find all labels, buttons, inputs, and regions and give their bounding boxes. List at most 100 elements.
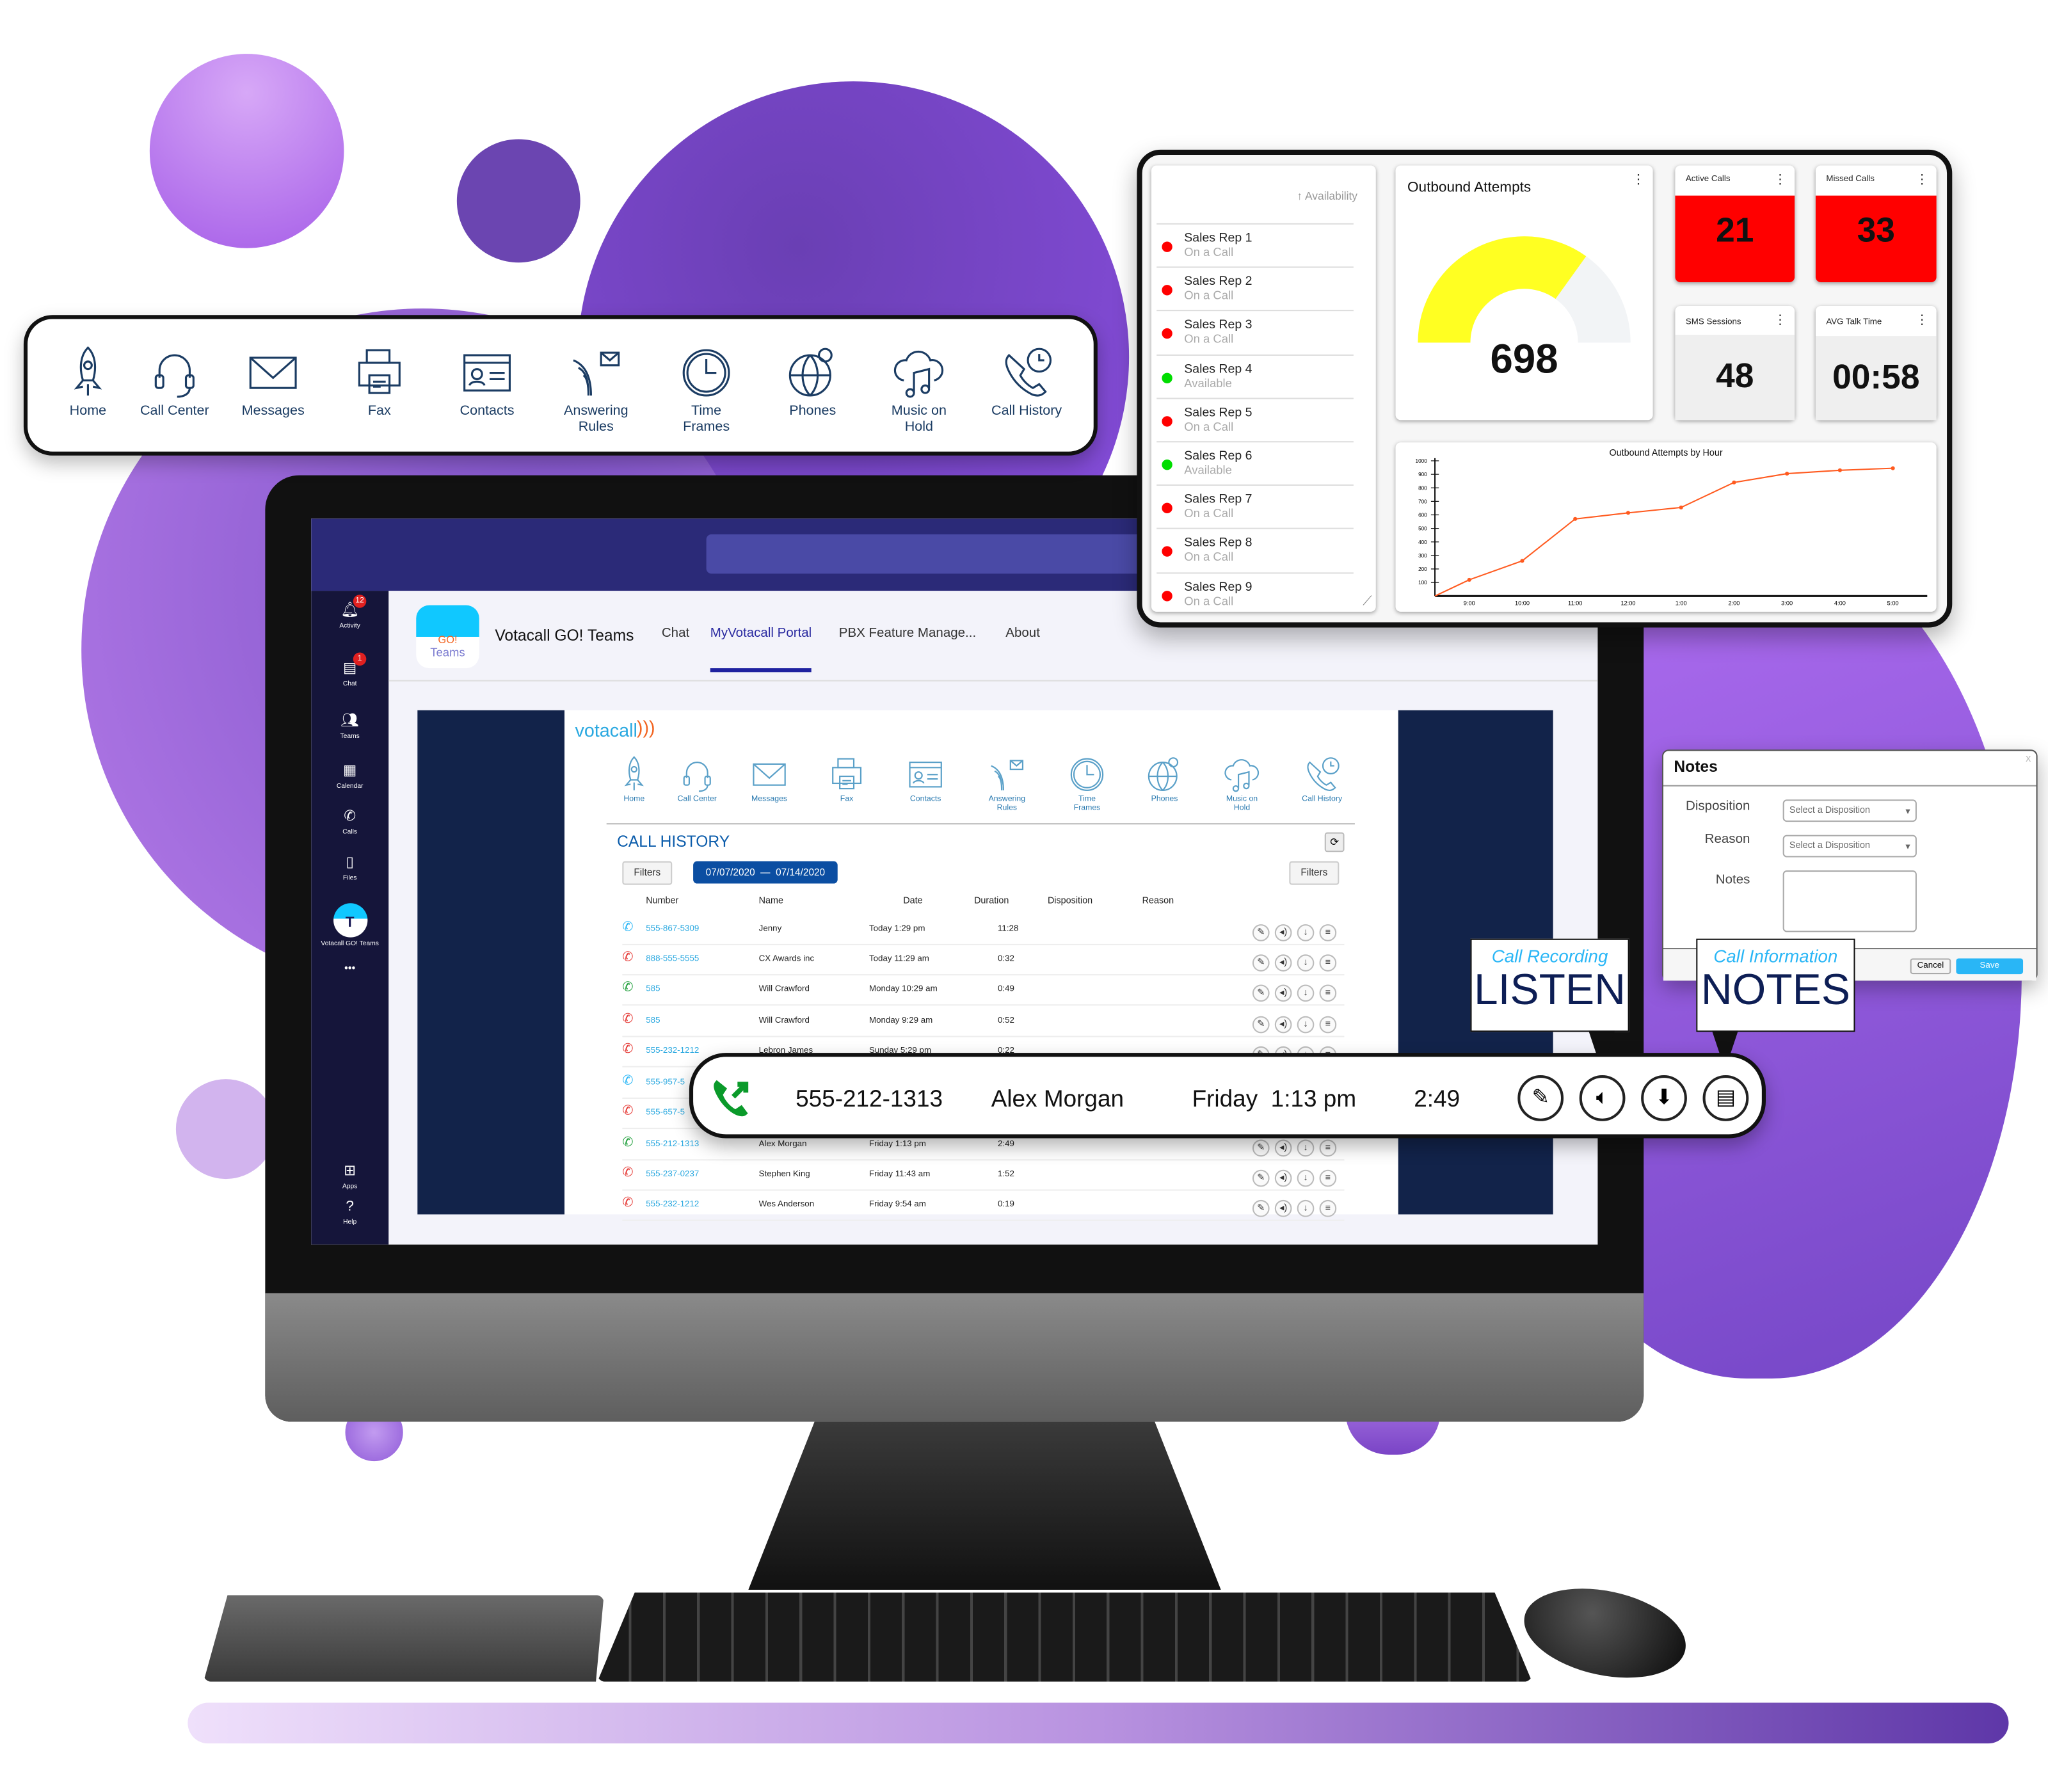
edit-pencil-icon[interactable]: ✎: [1252, 954, 1270, 972]
download-icon[interactable]: ↓: [1297, 924, 1315, 941]
feature-call-center[interactable]: Call Center: [122, 342, 227, 419]
feature-phones[interactable]: Phones: [760, 342, 865, 419]
reason-select[interactable]: Select a Disposition ▾: [1782, 835, 1917, 858]
table-row[interactable]: ✆ 555-237-0237 Stephen King Friday 11:43 am…: [622, 1160, 1345, 1191]
table-row[interactable]: ✆ 888-555-5555 CX Awards inc Today 11:29 am…: [622, 945, 1345, 976]
tab-about[interactable]: About: [1005, 626, 1040, 641]
edit-pencil-icon[interactable]: ✎: [1252, 1016, 1270, 1034]
cell-number[interactable]: 555-232-1212: [646, 1200, 699, 1209]
save-button[interactable]: Save: [1956, 958, 2024, 975]
more-options-icon[interactable]: ⋮: [1916, 314, 1929, 328]
cell-number[interactable]: 555-232-1212: [646, 1046, 699, 1055]
download-icon[interactable]: ⬇︎: [1641, 1075, 1687, 1121]
cell-number[interactable]: 555-212-1313: [646, 1140, 699, 1149]
portal-answering-rules[interactable]: Answering Rules: [978, 753, 1036, 813]
cell-number[interactable]: 888-555-5555: [646, 954, 699, 963]
feature-answering-rules[interactable]: Answering Rules: [543, 342, 648, 435]
edit-pencil-icon[interactable]: ✎: [1517, 1075, 1564, 1121]
feature-call-history[interactable]: Call History: [974, 342, 1079, 419]
close-icon[interactable]: x: [2026, 752, 2031, 764]
cell-number[interactable]: 555-867-5309: [646, 924, 699, 933]
portal-contacts[interactable]: Contacts: [897, 753, 954, 804]
rep-list-item[interactable]: Sales Rep 7 On a Call: [1156, 484, 1354, 528]
speaker-listen-icon[interactable]: ◂): [1274, 1139, 1292, 1157]
notes-textarea[interactable]: [1782, 870, 1917, 932]
more-apps-icon[interactable]: •••: [311, 963, 388, 974]
feature-contacts[interactable]: Contacts: [435, 342, 540, 419]
edit-pencil-icon[interactable]: ✎: [1252, 924, 1270, 941]
cell-number[interactable]: 585: [646, 984, 660, 993]
edit-pencil-icon[interactable]: ✎: [1252, 1199, 1270, 1217]
download-icon[interactable]: ↓: [1297, 954, 1315, 972]
disposition-select[interactable]: Select a Disposition ▾: [1782, 799, 1917, 822]
filters-button[interactable]: Filters: [622, 861, 673, 885]
rail-votacall-go--teams[interactable]: T Votacall GO! Teams: [311, 903, 388, 948]
teams-search-input[interactable]: [706, 534, 1153, 574]
tab-chat[interactable]: Chat: [662, 626, 689, 641]
tab-myvotacall-portal[interactable]: MyVotacall Portal: [710, 626, 812, 673]
portal-music-on-hold[interactable]: Music on Hold: [1213, 753, 1270, 813]
speaker-listen-icon[interactable]: 🔈︎: [1579, 1075, 1626, 1121]
portal-messages[interactable]: Messages: [740, 753, 798, 804]
notes-document-icon[interactable]: ≡: [1319, 1199, 1337, 1217]
cell-number[interactable]: 555-237-0237: [646, 1170, 699, 1179]
speaker-listen-icon[interactable]: ◂): [1274, 1016, 1292, 1034]
rep-list-item[interactable]: Sales Rep 1 On a Call: [1156, 223, 1354, 267]
feature-fax[interactable]: Fax: [327, 342, 432, 419]
more-options-icon[interactable]: ⋮: [1773, 314, 1787, 328]
rep-list-item[interactable]: Sales Rep 3 On a Call: [1156, 310, 1354, 354]
portal-home[interactable]: Home: [605, 753, 663, 804]
rail-teams[interactable]: 👥︎ Teams: [311, 712, 388, 740]
download-icon[interactable]: ↓: [1297, 984, 1315, 1002]
table-row[interactable]: ✆ 585 Will Crawford Monday 9:29 am 0:52 ✎ ◂) ↓ ≡: [622, 1007, 1345, 1037]
edit-pencil-icon[interactable]: ✎: [1252, 1169, 1270, 1187]
speaker-listen-icon[interactable]: ◂): [1274, 1169, 1292, 1187]
availability-sort-header[interactable]: ↑ Availability: [1297, 189, 1357, 202]
more-options-icon[interactable]: ⋮: [1916, 173, 1929, 188]
cell-number[interactable]: 555-657-5: [646, 1108, 685, 1117]
more-options-icon[interactable]: ⋮: [1773, 173, 1787, 188]
speaker-listen-icon[interactable]: ◂): [1274, 984, 1292, 1002]
tab-pbx-feature-manage-[interactable]: PBX Feature Manage...: [839, 626, 976, 641]
download-icon[interactable]: ↓: [1297, 1139, 1315, 1157]
cancel-button[interactable]: Cancel: [1910, 958, 1951, 975]
notes-document-icon[interactable]: ≡: [1319, 984, 1337, 1002]
rep-list-item[interactable]: Sales Rep 4 Available: [1156, 354, 1354, 397]
notes-document-icon[interactable]: ≡: [1319, 1139, 1337, 1157]
rail-files[interactable]: ▯ Files: [311, 853, 388, 882]
more-options-icon[interactable]: ⋮: [1632, 173, 1645, 188]
download-icon[interactable]: ↓: [1297, 1016, 1315, 1034]
feature-messages[interactable]: Messages: [221, 342, 326, 419]
cell-number[interactable]: 585: [646, 1016, 660, 1025]
rep-list-item[interactable]: Sales Rep 9 On a Call: [1156, 572, 1354, 616]
notes-document-icon[interactable]: ≡: [1319, 1169, 1337, 1187]
portal-phones[interactable]: Phones: [1135, 753, 1193, 804]
rep-list-item[interactable]: Sales Rep 5 On a Call: [1156, 397, 1354, 441]
portal-call-center[interactable]: Call Center: [668, 753, 726, 804]
feature-music-on-hold[interactable]: Music on Hold: [867, 342, 972, 435]
refresh-button[interactable]: ⟳: [1324, 832, 1345, 852]
table-row[interactable]: ✆ 555-867-5309 Jenny Today 1:29 pm 11:28 ✎ ◂) ↓…: [622, 915, 1345, 945]
notes-document-icon[interactable]: ≡: [1319, 924, 1337, 941]
feature-time-frames[interactable]: Time Frames: [654, 342, 759, 435]
rail-apps[interactable]: ⊞ Apps: [311, 1162, 388, 1190]
download-icon[interactable]: ↓: [1297, 1199, 1315, 1217]
notes-document-icon[interactable]: ≡: [1319, 1016, 1337, 1034]
speaker-listen-icon[interactable]: ◂): [1274, 1199, 1292, 1217]
rail-help[interactable]: ? Help: [311, 1197, 388, 1226]
rail-chat[interactable]: ▤ 1 Chat: [311, 652, 388, 688]
notes-document-icon[interactable]: ▤: [1702, 1075, 1749, 1121]
rep-list-item[interactable]: Sales Rep 6 Available: [1156, 441, 1354, 484]
portal-call-history[interactable]: Call History: [1293, 753, 1351, 804]
speaker-listen-icon[interactable]: ◂): [1274, 954, 1292, 972]
cell-number[interactable]: 555-957-5: [646, 1078, 685, 1087]
table-row[interactable]: ✆ 555-232-1212 Wes Anderson Friday 9:54 am 0…: [622, 1191, 1345, 1221]
edit-pencil-icon[interactable]: ✎: [1252, 1139, 1270, 1157]
portal-fax[interactable]: Fax: [818, 753, 876, 804]
rep-list-item[interactable]: Sales Rep 2 On a Call: [1156, 266, 1354, 310]
rail-calendar[interactable]: ▦ Calendar: [311, 762, 388, 790]
notes-document-icon[interactable]: ≡: [1319, 954, 1337, 972]
table-row[interactable]: ✆ 585 Will Crawford Monday 10:29 am 0:49 ✎ ◂) ↓…: [622, 975, 1345, 1006]
rail-calls[interactable]: ✆ Calls: [311, 808, 388, 836]
download-icon[interactable]: ↓: [1297, 1169, 1315, 1187]
